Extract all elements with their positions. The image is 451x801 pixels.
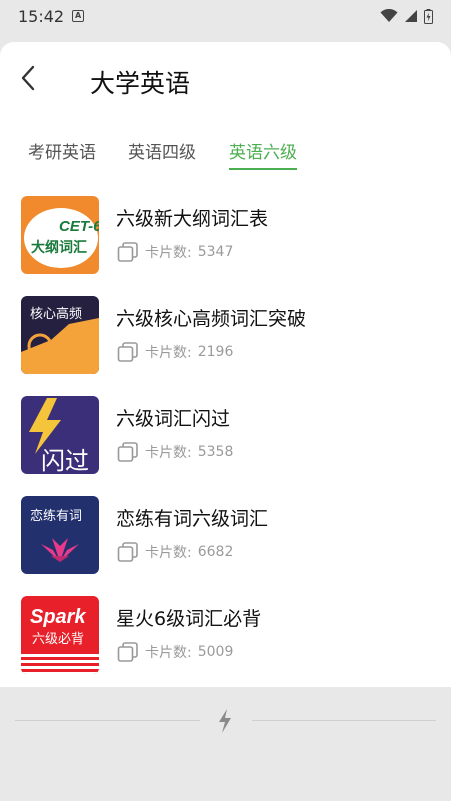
- thumb-label: 核心高频: [30, 306, 82, 322]
- thumb-label: Spark: [30, 606, 86, 628]
- thumb-sublabel: 大纲词汇: [31, 239, 87, 256]
- card-count-label: 卡片数:: [145, 645, 192, 661]
- flash-vocab-cover-image: 闪过: [21, 396, 99, 474]
- cards-icon: [117, 242, 138, 262]
- deck-thumbnail: CET-6 大纲词汇: [21, 196, 99, 274]
- content-sheet: 大学英语 考研英语 英语四级 英语六级 CET-6 大纲词汇 六级新大纲词汇表: [0, 42, 451, 687]
- deck-thumbnail: 核心高频: [21, 296, 99, 374]
- card-count-label: 卡片数:: [145, 345, 192, 361]
- deck-title: 六级新大纲词汇表: [116, 208, 269, 230]
- status-left: 15:42 A: [18, 6, 85, 26]
- list-item[interactable]: CET-6 大纲词汇 六级新大纲词汇表 卡片数: 5347: [0, 192, 451, 292]
- lightning-icon: [219, 709, 231, 733]
- back-arrow-icon: [21, 65, 35, 91]
- notification-icon: A: [72, 10, 85, 22]
- deck-meta: 卡片数: 5347: [117, 242, 233, 262]
- category-tabs: 考研英语 英语四级 英语六级: [0, 138, 451, 170]
- list-item[interactable]: Spark 六级必背 星火6级词汇必背 卡片数: 5009: [0, 592, 451, 692]
- thumb-sublabel: 六级必背: [32, 632, 84, 647]
- cards-icon: [117, 342, 138, 362]
- deck-thumbnail: 闪过: [21, 396, 99, 474]
- deck-title: 六级核心高频词汇突破: [116, 308, 307, 330]
- card-count-value: 5009: [197, 644, 234, 660]
- deck-title: 星火6级词汇必背: [116, 608, 262, 630]
- deck-meta: 卡片数: 5009: [117, 642, 233, 662]
- status-time: 15:42: [18, 6, 65, 26]
- spark-cover-image: Spark 六级必背: [21, 596, 99, 674]
- card-count-label: 卡片数:: [145, 545, 192, 561]
- list-item[interactable]: 核心高频 六级核心高频词汇突破 卡片数: 2196: [0, 292, 451, 392]
- cards-icon: [117, 442, 138, 462]
- tab-kaoyan-english[interactable]: 考研英语: [28, 138, 96, 168]
- battery-icon: [424, 8, 433, 24]
- card-count-value: 5347: [197, 244, 234, 260]
- card-count-value: 6682: [197, 544, 234, 560]
- deck-list: CET-6 大纲词汇 六级新大纲词汇表 卡片数: 5347 核心高频 六级核心高…: [0, 192, 451, 692]
- cards-icon: [117, 642, 138, 662]
- deck-meta: 卡片数: 5358: [117, 442, 233, 462]
- footer-divider: [0, 700, 451, 740]
- cet6-cover-image: CET-6 大纲词汇: [21, 196, 99, 274]
- card-count-value: 2196: [197, 344, 234, 360]
- deck-thumbnail: 恋练有词: [21, 496, 99, 574]
- card-count-label: 卡片数:: [145, 245, 192, 261]
- deck-thumbnail: Spark 六级必背: [21, 596, 99, 674]
- status-bar: 15:42 A: [0, 0, 451, 32]
- wifi-icon: [380, 9, 398, 22]
- status-right: [380, 8, 433, 24]
- divider-line-right: [252, 720, 436, 721]
- header: 大学英语: [0, 42, 451, 118]
- tab-cet6[interactable]: 英语六级: [229, 138, 297, 170]
- thumb-label: CET-6: [59, 218, 99, 235]
- back-button[interactable]: [14, 62, 42, 94]
- divider-line-left: [15, 720, 200, 721]
- core-vocab-cover-image: 核心高频: [21, 296, 99, 374]
- list-item[interactable]: 恋练有词 恋练有词六级词汇 卡片数: 6682: [0, 492, 451, 592]
- signal-icon: [405, 10, 417, 22]
- cards-icon: [117, 542, 138, 562]
- card-count-label: 卡片数:: [145, 445, 192, 461]
- thumb-label: 恋练有词: [30, 508, 82, 524]
- deck-title: 六级词汇闪过: [116, 408, 231, 430]
- deck-meta: 卡片数: 6682: [117, 542, 233, 562]
- love-words-cover-image: 恋练有词: [21, 496, 99, 574]
- deck-title: 恋练有词六级词汇: [116, 508, 269, 530]
- tab-cet4[interactable]: 英语四级: [128, 138, 196, 168]
- thumb-label: 闪过: [41, 447, 89, 474]
- list-item[interactable]: 闪过 六级词汇闪过 卡片数: 5358: [0, 392, 451, 492]
- page-title: 大学英语: [90, 69, 191, 98]
- card-count-value: 5358: [197, 444, 234, 460]
- deck-meta: 卡片数: 2196: [117, 342, 233, 362]
